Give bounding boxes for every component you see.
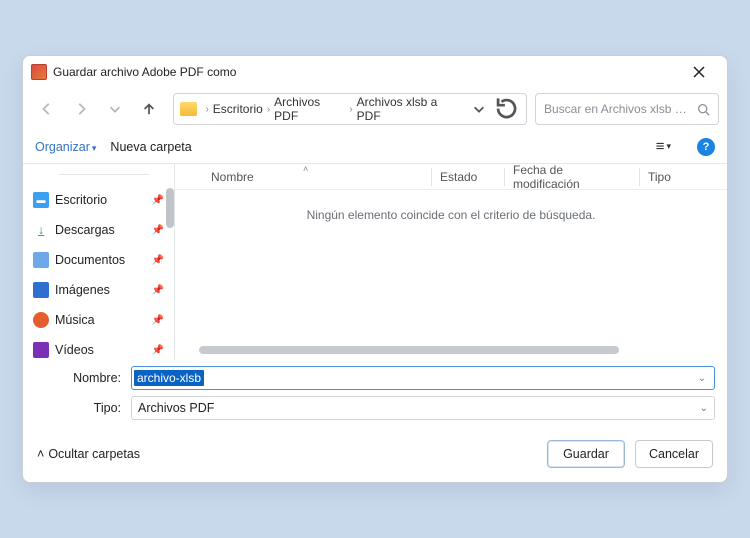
column-header-name[interactable]: ˄ Nombre — [203, 170, 431, 184]
recent-locations-button[interactable] — [99, 93, 131, 125]
desktop-icon: ▬ — [33, 192, 49, 208]
images-icon — [33, 282, 49, 298]
footer: ˄ Ocultar carpetas Guardar Cancelar — [23, 430, 727, 482]
music-icon — [33, 312, 49, 328]
forward-button[interactable] — [65, 93, 97, 125]
sidebar-item-label: Documentos — [55, 253, 125, 267]
app-icon — [31, 64, 47, 80]
sidebar-item-desktop[interactable]: ▬ Escritorio 📌 — [23, 186, 174, 214]
column-header-date[interactable]: Fecha de modificación — [505, 163, 639, 191]
chevron-down-icon[interactable]: ⌄ — [692, 373, 712, 384]
cancel-button[interactable]: Cancelar — [635, 440, 713, 468]
horizontal-scrollbar[interactable] — [181, 342, 721, 356]
window-title: Guardar archivo Adobe PDF como — [53, 65, 679, 79]
filename-value: archivo-xlsb — [134, 370, 204, 386]
filetype-select[interactable]: Archivos PDF ⌄ — [131, 396, 715, 420]
column-header-state[interactable]: Estado — [432, 170, 504, 184]
filename-input[interactable]: archivo-xlsb ⌄ — [131, 366, 715, 390]
filename-label: Nombre: — [35, 371, 131, 385]
organize-menu[interactable]: Organizar▾ — [35, 140, 96, 154]
toolbar: Organizar▾ Nueva carpeta ≡ ▾ ? — [23, 130, 727, 164]
sidebar-scrollbar[interactable] — [166, 188, 174, 228]
chevron-up-icon: ˄ — [37, 447, 44, 461]
empty-message: Ningún elemento coincide con el criterio… — [175, 190, 727, 342]
sort-asc-icon: ˄ — [303, 164, 308, 174]
pin-icon: 📌 — [152, 345, 164, 356]
breadcrumb-segment[interactable]: Escritorio — [213, 102, 263, 116]
download-icon: ↓ — [33, 222, 49, 238]
sidebar-item-documents[interactable]: Documentos 📌 — [23, 246, 174, 274]
sidebar-item-images[interactable]: Imágenes 📌 — [23, 276, 174, 304]
column-header-type[interactable]: Tipo — [640, 170, 690, 184]
sidebar-item-label: Escritorio — [55, 193, 107, 207]
filetype-value: Archivos PDF — [138, 401, 214, 415]
search-placeholder: Buscar en Archivos xlsb a PDF — [544, 102, 691, 116]
titlebar: Guardar archivo Adobe PDF como — [23, 56, 727, 88]
save-dialog: Guardar archivo Adobe PDF como › Escrito… — [22, 55, 728, 483]
sidebar-item-label: Imágenes — [55, 283, 110, 297]
path-dropdown-button[interactable] — [469, 93, 488, 125]
refresh-button[interactable] — [493, 95, 520, 122]
folder-icon — [180, 102, 197, 116]
dialog-body: ▬ Escritorio 📌 ↓ Descargas 📌 Documentos … — [23, 164, 727, 360]
videos-icon — [33, 342, 49, 358]
chevron-right-icon: › — [267, 104, 270, 115]
sidebar-item-label: Música — [55, 313, 95, 327]
file-list-area: ˄ Nombre Estado Fecha de modificación Ti… — [175, 164, 727, 360]
chevron-right-icon: › — [349, 104, 352, 115]
sidebar: ▬ Escritorio 📌 ↓ Descargas 📌 Documentos … — [23, 164, 175, 360]
sidebar-item-downloads[interactable]: ↓ Descargas 📌 — [23, 216, 174, 244]
sidebar-item-label: Vídeos — [55, 343, 94, 357]
pin-icon: 📌 — [152, 315, 164, 326]
save-fields: Nombre: archivo-xlsb ⌄ Tipo: Archivos PD… — [23, 360, 727, 430]
back-button[interactable] — [31, 93, 63, 125]
breadcrumb-segment[interactable]: Archivos xlsb a PDF — [357, 95, 462, 123]
chevron-right-icon: › — [205, 104, 208, 115]
chevron-down-icon: ⌄ — [700, 403, 708, 414]
column-headers: ˄ Nombre Estado Fecha de modificación Ti… — [175, 164, 727, 190]
pin-icon: 📌 — [152, 225, 164, 236]
breadcrumb-segment[interactable]: Archivos PDF — [274, 95, 345, 123]
breadcrumb[interactable]: › Escritorio › Archivos PDF › Archivos x… — [173, 93, 527, 125]
up-button[interactable] — [133, 93, 165, 125]
pin-icon: 📌 — [152, 195, 164, 206]
sidebar-item-label: Descargas — [55, 223, 115, 237]
pin-icon: 📌 — [152, 255, 164, 266]
search-icon — [697, 103, 710, 116]
filetype-label: Tipo: — [35, 401, 131, 415]
navbar: › Escritorio › Archivos PDF › Archivos x… — [23, 88, 727, 130]
documents-icon — [33, 252, 49, 268]
sidebar-item-music[interactable]: Música 📌 — [23, 306, 174, 334]
hide-folders-button[interactable]: ˄ Ocultar carpetas — [37, 447, 140, 461]
help-button[interactable]: ? — [697, 138, 715, 156]
search-input[interactable]: Buscar en Archivos xlsb a PDF — [535, 93, 719, 125]
pin-icon: 📌 — [152, 285, 164, 296]
sidebar-item-videos[interactable]: Vídeos 📌 — [23, 336, 174, 364]
new-folder-button[interactable]: Nueva carpeta — [110, 140, 191, 154]
view-options-button[interactable]: ≡ ▾ — [656, 138, 671, 155]
close-button[interactable] — [679, 58, 719, 86]
save-button[interactable]: Guardar — [547, 440, 625, 468]
